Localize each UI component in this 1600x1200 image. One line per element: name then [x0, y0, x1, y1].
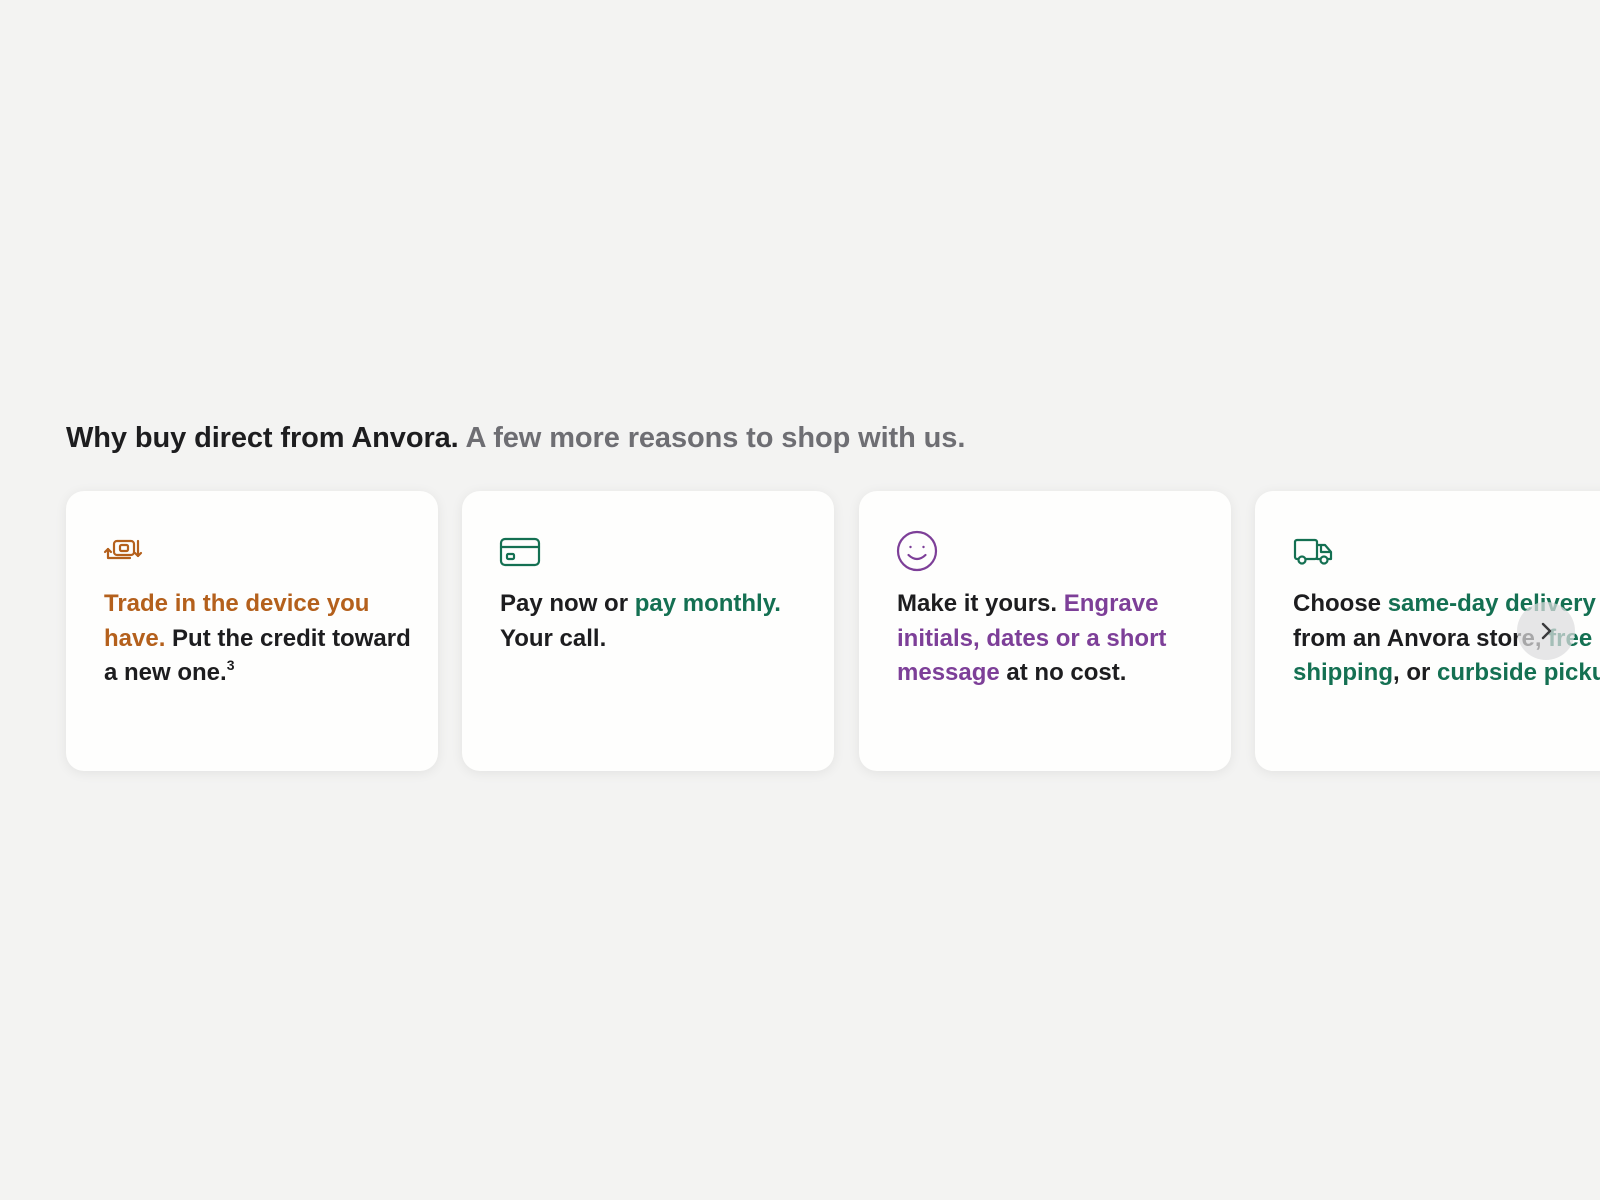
why-buy-section: Why buy direct from Anvora. A few more r…	[0, 0, 1600, 1200]
delivery-body-2: from an Anvora store,	[1293, 624, 1549, 652]
engraving-card[interactable]: Make it yours. Engrave initials, dates o…	[859, 491, 1231, 771]
payment-card[interactable]: Pay now or pay monthly. Your call.	[462, 491, 834, 771]
pay-monthly-highlight[interactable]: pay monthly.	[635, 590, 781, 617]
section-title: Why buy direct from Anvora.	[66, 422, 459, 454]
delivery-truck-icon	[1291, 529, 1335, 573]
engraving-body-end: at no cost.	[999, 659, 1127, 686]
payment-text: Pay now or pay monthly. Your call.	[500, 587, 820, 656]
smiley-face-icon	[895, 529, 939, 573]
payment-body-end: Your call.	[500, 624, 607, 652]
section-heading: Why buy direct from Anvora. A few more r…	[66, 418, 965, 458]
carousel-next-button[interactable]	[1517, 602, 1575, 660]
payment-body-start: Pay now or	[500, 590, 635, 617]
engraving-text: Make it yours. Engrave initials, dates o…	[897, 587, 1217, 691]
section-subtitle: A few more reasons to shop with us.	[465, 422, 966, 454]
trade-in-text: Trade in the device you have. Put the cr…	[104, 587, 424, 691]
trade-in-icon	[102, 529, 146, 573]
delivery-body-1: Choose	[1293, 590, 1388, 617]
footnote-3[interactable]: 3	[227, 657, 235, 673]
delivery-body-3: , or	[1392, 659, 1437, 686]
credit-card-icon	[498, 529, 542, 573]
trade-in-card[interactable]: Trade in the device you have. Put the cr…	[66, 491, 438, 771]
curbside-pickup-highlight[interactable]: curbside pickup.	[1437, 659, 1600, 686]
engraving-body-start: Make it yours.	[897, 590, 1064, 617]
